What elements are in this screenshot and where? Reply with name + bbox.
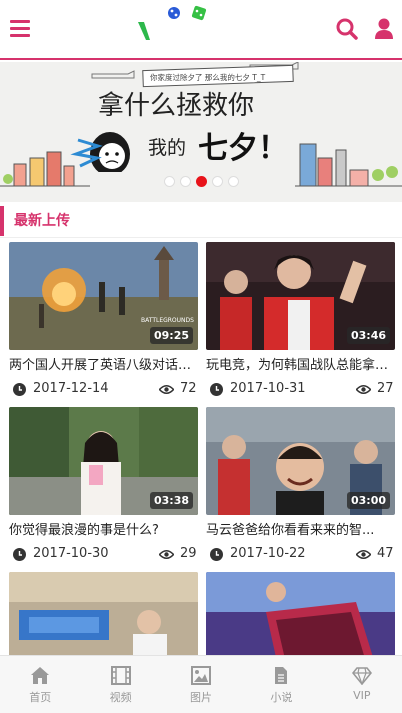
nav-item-vip[interactable]: VIP [322, 656, 402, 713]
video-meta: 2017-12-14 72 [9, 381, 198, 399]
eye-icon [159, 550, 174, 559]
video-title[interactable]: 玩电竞，为何韩国战队总能拿冠军？ [206, 357, 391, 375]
user-icon[interactable] [374, 18, 394, 40]
video-card[interactable]: 03:38 你觉得最浪漫的事是什么? 2017-10-30 29 [9, 407, 198, 564]
video-date: 2017-10-30 [33, 546, 109, 561]
video-thumbnail[interactable]: 03:46 [206, 242, 395, 350]
clock-icon [210, 548, 223, 561]
image-icon [191, 666, 212, 685]
clock-icon [13, 383, 26, 396]
carousel-dot[interactable] [211, 176, 223, 187]
video-meta: 2017-10-30 29 [9, 546, 198, 564]
video-views: 47 [377, 546, 394, 561]
document-icon [275, 667, 288, 684]
video-views: 72 [180, 381, 197, 396]
video-date: 2017-10-31 [230, 381, 306, 396]
video-date: 2017-12-14 [33, 381, 109, 396]
nav-label: 视频 [109, 691, 132, 704]
carousel-dot-active[interactable] [195, 176, 207, 187]
carousel-dot[interactable] [179, 176, 191, 187]
video-title[interactable]: 马云爸爸给你看看来来的智... [206, 522, 391, 540]
video-card[interactable]: 03:00 马云爸爸给你看看来来的智... 2017-10-22 47 [206, 407, 395, 564]
search-icon[interactable] [336, 18, 358, 40]
video-thumbnail[interactable]: BATTLEGROUNDS 09:25 [9, 242, 198, 350]
carousel-dot[interactable] [227, 176, 239, 187]
nav-label: 图片 [190, 691, 213, 704]
nav-label: VIP [353, 689, 371, 702]
video-card[interactable]: 03:46 玩电竞，为何韩国战队总能拿冠军？ 2017-10-31 27 [206, 242, 395, 399]
video-duration: 09:25 [149, 327, 193, 344]
video-watermark: BATTLEGROUNDS [141, 317, 194, 324]
diamond-icon [351, 667, 372, 685]
video-views: 29 [180, 546, 197, 561]
nav-label: 首页 [29, 691, 52, 704]
video-views: 27 [377, 381, 394, 396]
eye-icon [356, 550, 371, 559]
video-title[interactable]: 你觉得最浪漫的事是什么? [9, 522, 194, 540]
video-meta: 2017-10-22 47 [206, 546, 395, 564]
video-title[interactable]: 两个国人开展了英语八级对话，... [9, 357, 194, 375]
menu-icon[interactable] [10, 20, 30, 38]
nav-item-video[interactable]: 视频 [80, 656, 160, 713]
clock-icon [13, 548, 26, 561]
video-meta: 2017-10-31 27 [206, 381, 395, 399]
banner-headline-1: 拿什么拯救你 [98, 91, 254, 121]
bottom-navigation: 首页 视频 图片 小说 VIP [0, 655, 402, 713]
video-date: 2017-10-22 [230, 546, 306, 561]
top-header [0, 0, 402, 60]
video-thumbnail[interactable]: 03:38 [9, 407, 198, 515]
film-icon [110, 666, 131, 685]
nav-item-home[interactable]: 首页 [0, 656, 80, 713]
video-duration: 03:38 [149, 492, 193, 509]
video-card[interactable]: BATTLEGROUNDS 09:25 两个国人开展了英语八级对话，... 20… [9, 242, 198, 399]
eye-icon [356, 385, 371, 394]
banner-top-note: 你家度过除夕了 那么我的七夕 T_T [150, 72, 266, 82]
video-duration: 03:00 [346, 492, 390, 509]
carousel-dots [0, 176, 402, 190]
nav-label: 小说 [270, 691, 293, 704]
video-thumbnail[interactable]: 03:00 [206, 407, 395, 515]
nav-item-images[interactable]: 图片 [161, 656, 241, 713]
section-title: 最新上传 [0, 206, 402, 236]
clock-icon [210, 383, 223, 396]
nav-item-novels[interactable]: 小说 [241, 656, 321, 713]
site-logo[interactable] [130, 4, 270, 56]
home-icon [31, 667, 50, 684]
carousel-dot[interactable] [163, 176, 175, 187]
section-divider [0, 237, 402, 238]
banner-headline-2: 我的 [148, 137, 186, 159]
banner-headline-3: 七夕！ [198, 131, 288, 166]
eye-icon [159, 385, 174, 394]
video-duration: 03:46 [346, 327, 390, 344]
